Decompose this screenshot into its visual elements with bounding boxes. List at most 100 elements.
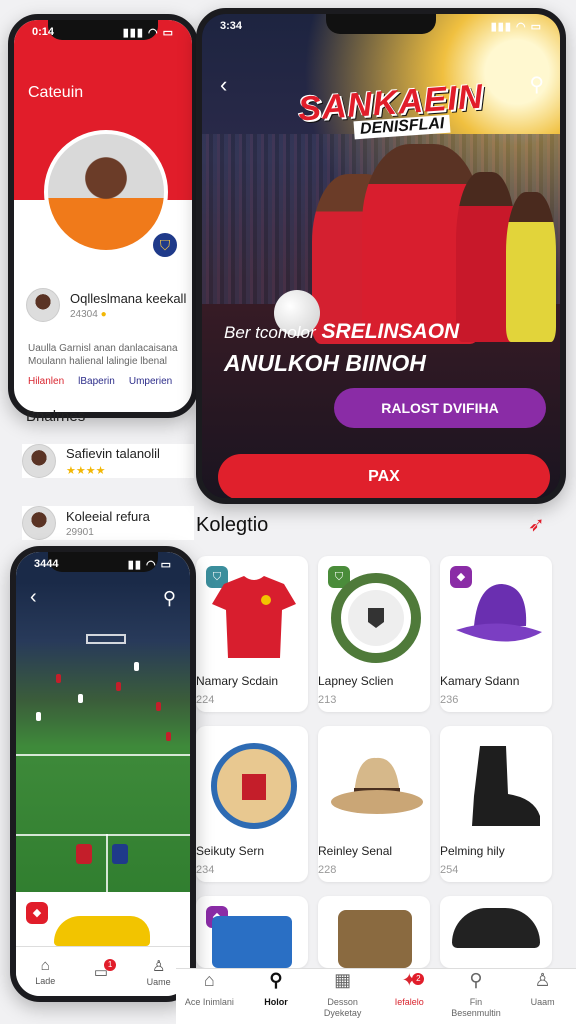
collection-title: Kolegtio <box>196 514 269 536</box>
signal-icon: ▮▮▮ ◠ ▭ <box>490 21 542 33</box>
jersey-icon <box>212 576 296 658</box>
nav-label: Fin Besenmultin <box>451 997 501 1018</box>
product-value: 236 <box>440 694 459 706</box>
status-time: 3444 <box>34 558 59 570</box>
product-card[interactable]: ◆ Kamary Sdann 236 <box>440 556 552 712</box>
back-icon[interactable]: ‹ <box>220 72 227 98</box>
player-dot <box>116 682 121 691</box>
calendar-icon: ▦ <box>334 970 352 990</box>
signal-icon: ▮▮▮ ◠ ▭ <box>122 27 174 39</box>
team-badge-icon <box>112 844 128 864</box>
primary-button[interactable]: PAX <box>218 454 550 498</box>
secondary-button[interactable]: RALOST DVIFIHA <box>334 388 546 428</box>
product-name: Pelming hily <box>440 844 505 858</box>
list-item-name: Koleeial refura <box>66 508 150 524</box>
brand-icon[interactable]: ➶ <box>528 512 545 537</box>
search-icon[interactable]: ⚲ <box>529 72 544 97</box>
nav-item-calendar[interactable]: ▦ Desson Dyeketay <box>314 970 372 1019</box>
hero-line-2: ANULKOH BIINOH <box>224 350 426 376</box>
club-badge-icon: ⛉ <box>150 230 180 260</box>
nav-label: Uame <box>146 976 171 987</box>
avatar <box>22 506 56 540</box>
notification-badge: 2 <box>412 973 425 985</box>
profile-avatar[interactable] <box>44 130 168 254</box>
link-2[interactable]: lBaperin <box>78 376 115 387</box>
player-dot <box>78 694 83 703</box>
avatar <box>26 288 60 322</box>
boot-icon <box>54 916 150 946</box>
home-icon: ⌂ <box>203 970 215 990</box>
product-value: 228 <box>318 864 337 876</box>
product-card[interactable] <box>318 896 430 968</box>
goal <box>86 634 126 644</box>
nav-item-home[interactable]: ⌂ Ace Inimlani <box>180 970 238 1008</box>
product-name: Kamary Sdann <box>440 674 520 688</box>
bottom-nav: ⌂ Ace Inimlani ⚲ Holor ▦ Desson Dyeketay ✦ 2… <box>176 968 576 1024</box>
nav-label: Uaam <box>530 997 555 1007</box>
link-1[interactable]: Hilanlen <box>28 376 64 387</box>
user-icon: ♙ <box>534 970 551 990</box>
product-name: Seikuty Sern <box>196 844 265 858</box>
ball-icon <box>211 743 297 829</box>
nav-item-user[interactable]: ♙ Uaam <box>514 970 572 1008</box>
pitch-line <box>16 834 190 836</box>
product-card[interactable]: Seikuty Sern 234 <box>196 726 308 882</box>
product-card[interactable]: ⛉ Namary Scdain 224 <box>196 556 308 712</box>
nav-label: Iefalelo <box>394 997 424 1007</box>
player-dot <box>166 732 171 741</box>
avatar <box>22 444 56 478</box>
user-name: Oqlleslmana keekall <box>70 290 187 306</box>
badge-icon: ◆ <box>26 902 48 924</box>
profile-description: Uaulla Garnisl anan danlacaisana Moulann… <box>28 343 178 367</box>
hero-line-1-big: SRELINSAON <box>321 320 460 343</box>
search-icon: ⚲ <box>469 970 483 990</box>
status-bar: 0:14 ▮▮▮ ◠ ▭ <box>14 26 192 39</box>
product-card[interactable] <box>440 896 552 968</box>
product-value: 224 <box>196 694 215 706</box>
list-item[interactable]: Koleeial refura 29901 <box>22 506 194 540</box>
profile-links: Hilanlen lBaperin Umperien <box>28 376 172 387</box>
nav-label: Holor <box>264 997 288 1007</box>
notification-badge: 1 <box>104 958 117 971</box>
product-value: 234 <box>196 864 215 876</box>
product-card[interactable]: ⛉ Lapney Sclien 213 <box>318 556 430 712</box>
product-card[interactable]: Reinley Senal 228 <box>318 726 430 882</box>
product-name: Namary Scdain <box>196 674 279 688</box>
list-item-sub: 29901 <box>66 526 94 538</box>
product-card[interactable]: ◆ <box>196 896 308 968</box>
back-icon[interactable]: ‹ <box>30 586 37 609</box>
user-row[interactable]: Oqlleslmana keekall 24304 ● <box>26 288 186 322</box>
nav-label: Desson Dyeketay <box>323 997 362 1018</box>
fedora-icon <box>331 757 423 814</box>
link-3[interactable]: Umperien <box>129 376 172 387</box>
status-time: 3:34 <box>220 20 243 32</box>
mini-nav: ⌂ Lade ▭ 1 ♙ Uame <box>16 946 190 996</box>
match-phone: 3444 ▮▮ ◠ ▭ ‹ ⚲ ◆ ⌂ Lade ▭ 1 ♙ Uame <box>10 546 196 1002</box>
signal-icon: ▮▮ ◠ ▭ <box>127 559 172 571</box>
product-card[interactable]: Pelming hily 254 <box>440 726 552 882</box>
status-bar: 3:34 ▮▮▮ ◠ ▭ <box>202 20 560 33</box>
player-dot <box>134 662 139 671</box>
list-item[interactable]: Safievin talanolil ★★★★ <box>22 444 194 478</box>
nav-item[interactable]: ⌂ Lade <box>35 957 55 986</box>
search-icon[interactable]: ⚲ <box>163 588 176 609</box>
nav-item-search[interactable]: ⚲ Holor <box>247 971 305 1008</box>
team-badge-icon <box>76 844 92 864</box>
player-dot <box>36 712 41 721</box>
hero-line-1: Ber tconolor SRELINSAON <box>224 320 459 344</box>
nav-item[interactable]: ▭ 1 <box>94 958 117 981</box>
player-dot <box>156 702 161 711</box>
football-pitch <box>16 582 190 914</box>
section-title: Bnalrnes <box>26 408 86 425</box>
profile-title: Cateuin <box>28 84 84 101</box>
product-value: 254 <box>440 864 459 876</box>
hero-phone: 3:34 ▮▮▮ ◠ ▭ ‹ ⚲ SANKAEIN DENISFLAI Ber … <box>196 8 566 504</box>
nav-item[interactable]: ♙ Uame <box>147 957 171 987</box>
nav-item-tickets[interactable]: ✦ 2 Iefalelo <box>380 971 438 1008</box>
player-figure <box>506 192 556 342</box>
bag-icon <box>212 916 292 968</box>
hero-line-1-small: Ber tconolor <box>224 323 316 342</box>
nav-label: Lade <box>35 976 56 986</box>
pitch-line <box>16 754 190 756</box>
nav-item-find[interactable]: ⚲ Fin Besenmultin <box>447 970 505 1019</box>
